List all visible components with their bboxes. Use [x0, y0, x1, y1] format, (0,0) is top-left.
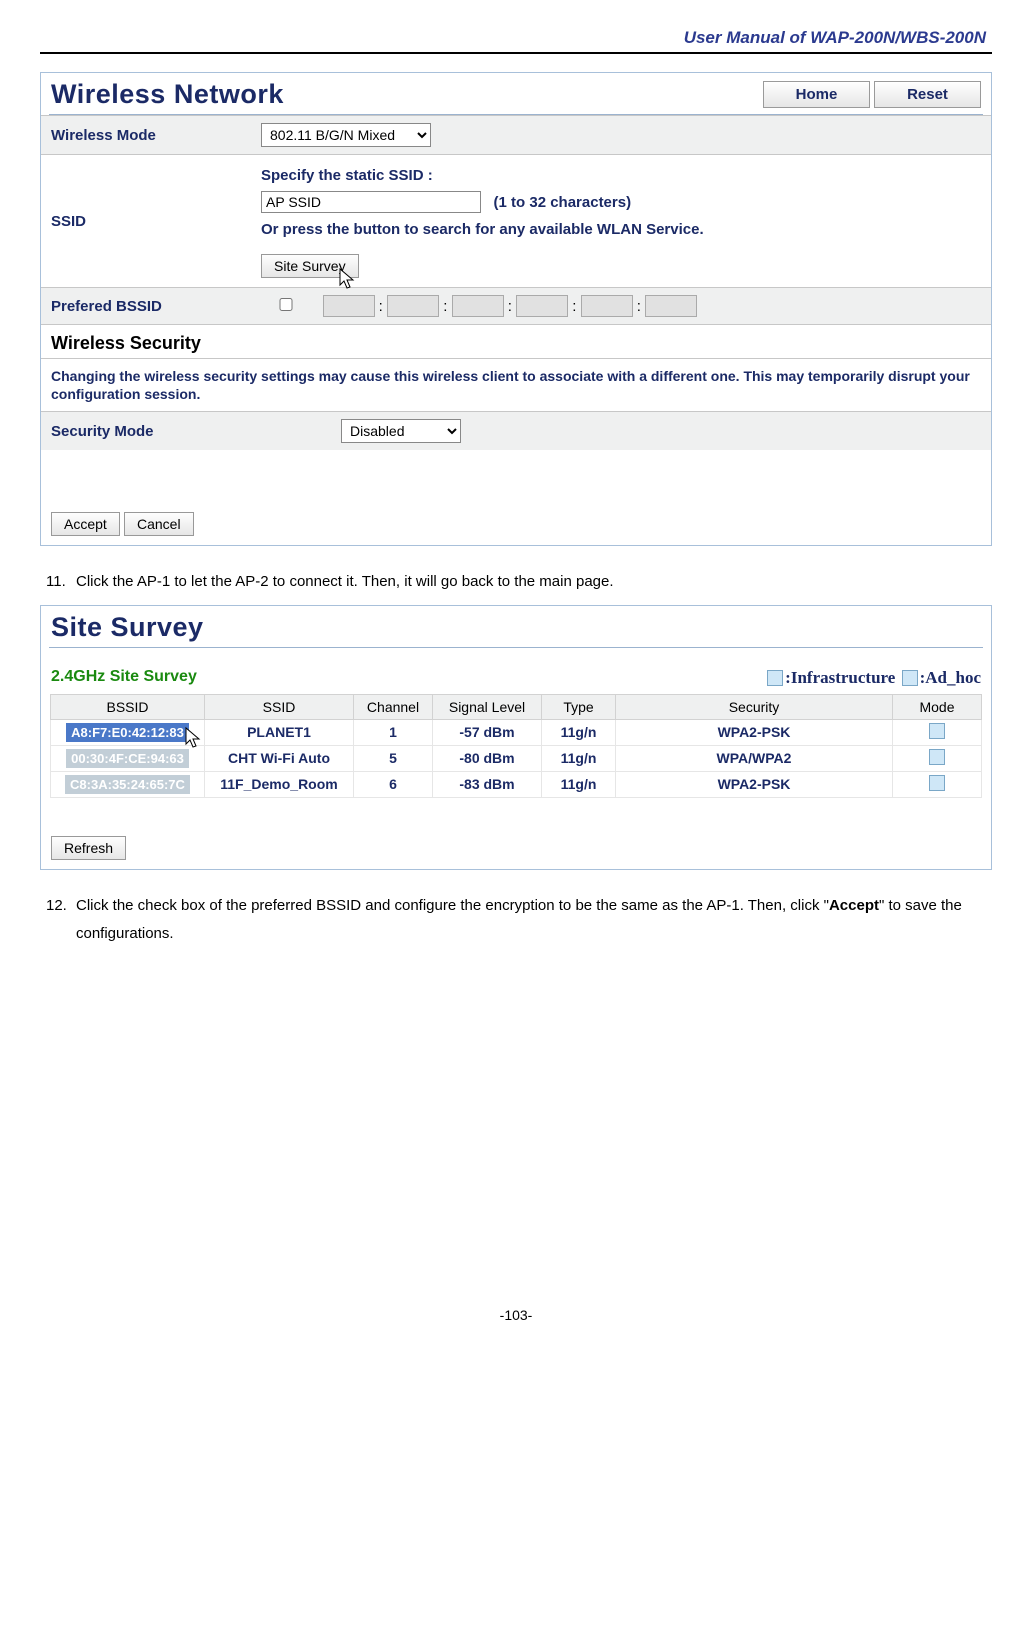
cell-security: WPA/WPA2 — [616, 745, 893, 771]
doc-header: User Manual of WAP-200N/WBS-200N — [40, 28, 992, 48]
header-rule — [40, 52, 992, 54]
panel-title: Site Survey — [51, 612, 981, 643]
cell-channel: 5 — [354, 745, 433, 771]
table-row[interactable]: 00:30:4F:CE:94:63 CHT Wi-Fi Auto 5 -80 d… — [51, 745, 982, 771]
ssid-hint: (1 to 32 characters) — [494, 194, 632, 211]
wireless-mode-label: Wireless Mode — [41, 116, 251, 155]
survey-table: BSSID SSID Channel Signal Level Type Sec… — [50, 694, 982, 798]
mac-2[interactable] — [387, 295, 439, 317]
ssid-label: SSID — [41, 155, 251, 288]
panel-title: Wireless Network — [51, 79, 759, 110]
bssid-badge[interactable]: A8:F7:E0:42:12:83 — [66, 723, 189, 742]
accept-button[interactable]: Accept — [51, 512, 120, 536]
page-number: -103- — [40, 957, 992, 1323]
col-channel: Channel — [354, 694, 433, 719]
cell-signal: -57 dBm — [433, 719, 542, 745]
step-text: Click the AP-1 to let the AP-2 to connec… — [76, 568, 614, 597]
ssid-input[interactable] — [261, 191, 481, 213]
ssid-static-prompt: Specify the static SSID : — [261, 162, 981, 189]
cell-ssid: CHT Wi-Fi Auto — [205, 745, 354, 771]
col-bssid: BSSID — [51, 694, 205, 719]
cell-ssid: 11F_Demo_Room — [205, 771, 354, 797]
col-security: Security — [616, 694, 893, 719]
security-warning: Changing the wireless security settings … — [41, 358, 991, 411]
col-ssid: SSID — [205, 694, 354, 719]
step-11: 11. Click the AP-1 to let the AP-2 to co… — [46, 568, 986, 597]
cell-security: WPA2-PSK — [616, 719, 893, 745]
reset-button[interactable]: Reset — [874, 81, 981, 108]
cell-security: WPA2-PSK — [616, 771, 893, 797]
col-type: Type — [542, 694, 616, 719]
site-survey-button[interactable]: Site Survey — [261, 254, 359, 278]
step-text: Click the check box of the preferred BSS… — [76, 892, 986, 949]
prefered-bssid-checkbox[interactable] — [265, 298, 307, 311]
step-12: 12. Click the check box of the preferred… — [46, 892, 986, 949]
legend: :Infrastructure :Ad_hoc — [765, 668, 981, 688]
cell-signal: -80 dBm — [433, 745, 542, 771]
table-row[interactable]: A8:F7:E0:42:12:83 PLANET1 1 -57 dBm 11g/… — [51, 719, 982, 745]
security-mode-select[interactable]: Disabled — [341, 419, 461, 443]
security-mode-label: Security Mode — [41, 412, 331, 451]
cell-type: 11g/n — [542, 771, 616, 797]
infrastructure-icon — [767, 670, 783, 686]
wireless-mode-select[interactable]: 802.11 B/G/N Mixed — [261, 123, 431, 147]
cell-type: 11g/n — [542, 719, 616, 745]
cell-channel: 1 — [354, 719, 433, 745]
mac-4[interactable] — [516, 295, 568, 317]
mode-icon — [929, 723, 945, 739]
mac-1[interactable] — [323, 295, 375, 317]
mode-icon — [929, 749, 945, 765]
mode-icon — [929, 775, 945, 791]
col-mode: Mode — [893, 694, 982, 719]
bssid-badge[interactable]: C8:3A:35:24:65:7C — [65, 775, 190, 794]
cancel-button[interactable]: Cancel — [124, 512, 194, 536]
cell-ssid: PLANET1 — [205, 719, 354, 745]
step-number: 12. — [46, 892, 76, 949]
step-number: 11. — [46, 568, 76, 597]
survey-frequency: 2.4GHz Site Survey — [51, 668, 765, 688]
bssid-badge[interactable]: 00:30:4F:CE:94:63 — [66, 749, 189, 768]
cell-channel: 6 — [354, 771, 433, 797]
site-survey-panel: Site Survey 2.4GHz Site Survey :Infrastr… — [40, 605, 992, 870]
home-button[interactable]: Home — [763, 81, 870, 108]
wireless-network-panel: Wireless Network Home Reset Wireless Mod… — [40, 72, 992, 546]
cell-signal: -83 dBm — [433, 771, 542, 797]
adhoc-icon — [902, 670, 918, 686]
prefered-bssid-label: Prefered BSSID — [41, 288, 251, 325]
col-signal: Signal Level — [433, 694, 542, 719]
cell-type: 11g/n — [542, 745, 616, 771]
refresh-button[interactable]: Refresh — [51, 836, 126, 860]
mac-5[interactable] — [581, 295, 633, 317]
mac-6[interactable] — [645, 295, 697, 317]
mac-3[interactable] — [452, 295, 504, 317]
table-row[interactable]: C8:3A:35:24:65:7C 11F_Demo_Room 6 -83 dB… — [51, 771, 982, 797]
ssid-or-text: Or press the button to search for any av… — [261, 216, 981, 243]
wireless-security-title: Wireless Security — [41, 324, 991, 358]
